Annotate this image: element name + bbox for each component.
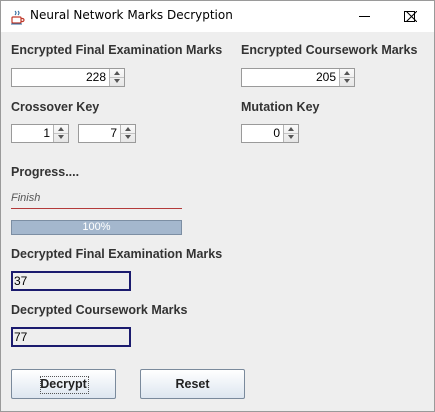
mutation-key-value[interactable]: 0: [242, 125, 283, 142]
minimize-button[interactable]: [342, 1, 387, 32]
decrypted-coursework-label: Decrypted Coursework Marks: [11, 303, 188, 317]
decrypted-final-field[interactable]: 37: [11, 271, 131, 291]
arrow-up-icon: [344, 71, 350, 75]
progress-label: Progress....: [11, 165, 80, 179]
arrow-down-icon: [344, 79, 350, 83]
title-bar: Neural Network Marks Decryption: [1, 1, 434, 32]
close-icon: [406, 11, 417, 22]
decrement-button[interactable]: [54, 133, 68, 141]
arrow-down-icon: [58, 135, 64, 139]
crossover-key-label: Crossover Key: [11, 100, 100, 114]
crossover-key-spinner-1[interactable]: 1: [11, 124, 69, 143]
mutation-key-spinner[interactable]: 0: [241, 124, 299, 143]
crossover-key-spinner-2[interactable]: 7: [78, 124, 136, 143]
crossover-key-value-2[interactable]: 7: [79, 125, 120, 142]
decrement-button[interactable]: [110, 77, 124, 85]
decrypted-final-label: Decrypted Final Examination Marks: [11, 247, 223, 261]
decrypted-coursework-field[interactable]: 77: [11, 327, 131, 347]
progress-bar: 100%: [11, 220, 182, 235]
spinner-buttons: [283, 125, 298, 142]
arrow-down-icon: [288, 135, 294, 139]
encrypted-final-label: Encrypted Final Examination Marks: [11, 43, 223, 57]
reset-button-label: Reset: [175, 377, 210, 391]
arrow-up-icon: [125, 127, 131, 131]
spinner-buttons: [339, 69, 354, 86]
window-title: Neural Network Marks Decryption: [30, 8, 233, 22]
java-app-icon: [11, 10, 25, 25]
reset-button[interactable]: Reset: [140, 369, 245, 399]
encrypted-coursework-value[interactable]: 205: [242, 69, 339, 86]
progress-status-text: Finish: [11, 192, 41, 204]
progress-percent-text: 100%: [82, 221, 111, 233]
encrypted-coursework-label: Encrypted Coursework Marks: [241, 43, 418, 57]
arrow-down-icon: [114, 79, 120, 83]
spinner-buttons: [109, 69, 124, 86]
decrement-button[interactable]: [121, 133, 135, 141]
encrypted-final-spinner[interactable]: 228: [11, 68, 125, 87]
arrow-up-icon: [58, 127, 64, 131]
app-window: Neural Network Marks Decryption Encrypte…: [0, 0, 435, 412]
close-button[interactable]: [389, 1, 434, 32]
encrypted-final-value[interactable]: 228: [12, 69, 109, 86]
spinner-buttons: [53, 125, 68, 142]
minimize-icon: [359, 16, 370, 17]
arrow-down-icon: [125, 135, 131, 139]
decrement-button[interactable]: [284, 133, 298, 141]
crossover-key-value-1[interactable]: 1: [12, 125, 53, 142]
status-underline: [11, 208, 182, 209]
decrement-button[interactable]: [340, 77, 354, 85]
focus-ring: [40, 376, 89, 394]
arrow-up-icon: [288, 127, 294, 131]
encrypted-coursework-spinner[interactable]: 205: [241, 68, 355, 87]
spinner-buttons: [120, 125, 135, 142]
mutation-key-label: Mutation Key: [241, 100, 320, 114]
arrow-up-icon: [114, 71, 120, 75]
decrypt-button[interactable]: Decrypt: [11, 369, 116, 399]
